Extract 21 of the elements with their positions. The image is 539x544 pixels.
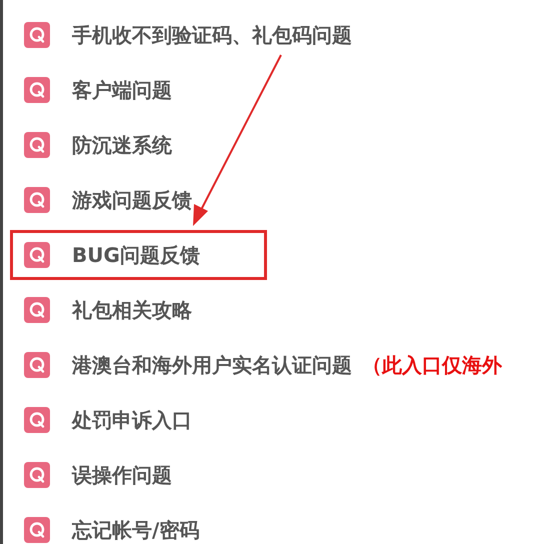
q-icon: [24, 462, 50, 488]
faq-link[interactable]: 港澳台和海外用户实名认证问题: [72, 350, 352, 380]
q-icon: [24, 76, 50, 102]
q-icon: [24, 22, 50, 48]
faq-link[interactable]: BUG问题反馈: [72, 240, 200, 270]
q-icon: [24, 186, 50, 212]
faq-link[interactable]: 处罚申诉入口: [72, 404, 192, 434]
faq-link[interactable]: 误操作问题: [72, 460, 172, 490]
q-icon: [24, 296, 50, 322]
faq-link[interactable]: 游戏问题反馈: [72, 184, 192, 214]
q-icon: [24, 516, 50, 542]
faq-link[interactable]: 手机收不到验证码、礼包码问题: [72, 20, 352, 50]
q-icon: [24, 132, 50, 158]
q-icon: [24, 242, 50, 268]
faq-link[interactable]: 客户端问题: [72, 74, 172, 104]
faq-link[interactable]: 礼包相关攻略: [72, 294, 192, 324]
q-icon: [24, 406, 50, 432]
q-icon: [24, 352, 50, 378]
note-text: （此入口仅海外: [362, 352, 502, 378]
faq-link[interactable]: 防沉迷系统: [72, 130, 172, 160]
faq-link[interactable]: 忘记帐号/密码: [72, 514, 200, 544]
